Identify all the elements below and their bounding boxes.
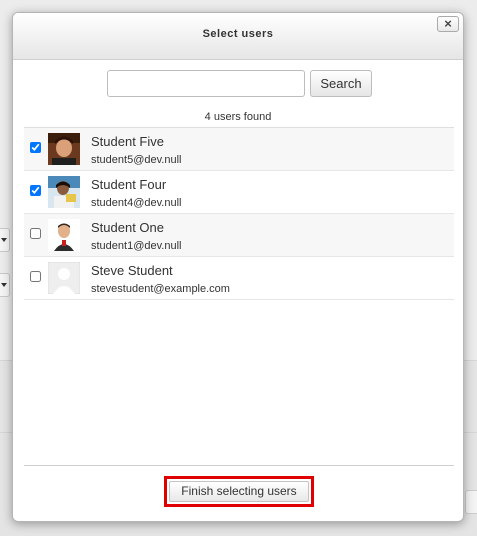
default-user-icon [48, 262, 80, 294]
user-email: student5@dev.null [91, 154, 182, 166]
search-button[interactable]: Search [310, 70, 372, 97]
background-dropdown[interactable] [0, 228, 10, 252]
user-name: Student Five [91, 134, 164, 149]
avatar [48, 133, 80, 165]
user-checkbox[interactable] [30, 271, 41, 282]
user-name: Steve Student [91, 263, 173, 278]
dialog-header: Select users × [13, 13, 463, 60]
background-button [465, 490, 477, 514]
user-email: student4@dev.null [91, 197, 182, 209]
user-name: Student Four [91, 177, 167, 192]
select-users-dialog: Select users × Search 4 users found Stud… [12, 12, 464, 522]
background-dropdown[interactable] [0, 273, 10, 297]
user-checkbox[interactable] [30, 228, 41, 239]
user-checkbox[interactable] [30, 142, 41, 153]
finish-selecting-button[interactable]: Finish selecting users [169, 481, 309, 502]
user-list: Student Five student5@dev.null Student F… [24, 127, 454, 300]
finish-button-highlight: Finish selecting users [164, 476, 314, 507]
user-email: stevestudent@example.com [91, 283, 230, 295]
avatar [48, 219, 80, 251]
user-name: Student One [91, 220, 164, 235]
footer-divider [24, 465, 454, 466]
user-row[interactable]: Student Four student4@dev.null [24, 171, 454, 214]
user-email: student1@dev.null [91, 240, 182, 252]
user-row[interactable]: Student Five student5@dev.null [24, 128, 454, 171]
user-row[interactable]: Steve Student stevestudent@example.com [24, 257, 454, 300]
dialog-title: Select users [202, 28, 274, 40]
user-row[interactable]: Student One student1@dev.null [24, 214, 454, 257]
close-button[interactable]: × [437, 16, 459, 32]
avatar [48, 176, 80, 208]
results-count: 4 users found [204, 111, 272, 123]
user-checkbox[interactable] [30, 185, 41, 196]
search-input[interactable] [107, 70, 305, 97]
